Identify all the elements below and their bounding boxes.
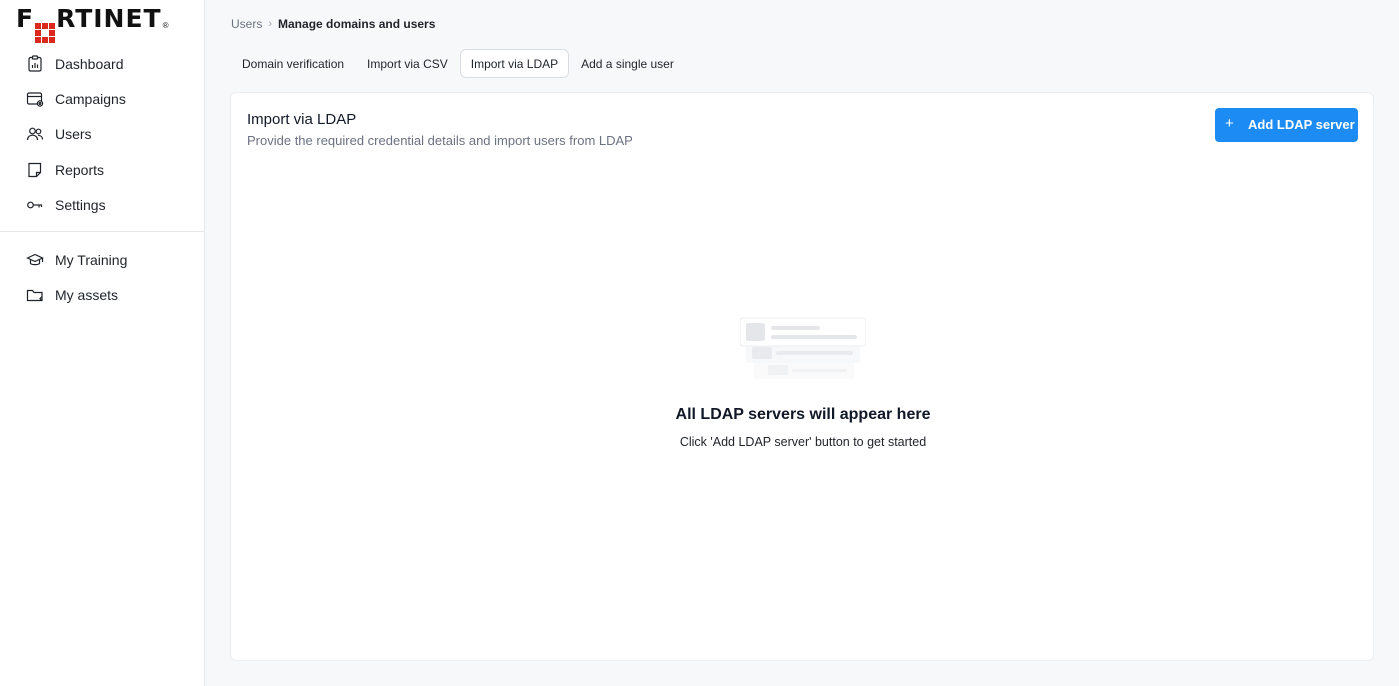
sidebar-item-my-assets[interactable]: My assets: [0, 280, 205, 310]
sidebar-item-label: My Training: [55, 252, 128, 268]
tab-domain-verification[interactable]: Domain verification: [231, 49, 355, 78]
sidebar-item-label: Campaigns: [55, 91, 126, 107]
reports-icon: [28, 162, 42, 178]
sidebar-item-users[interactable]: Users: [0, 119, 205, 149]
plus-icon: +: [1225, 115, 1234, 132]
folder-icon: [26, 289, 43, 302]
tab-import-via-ldap[interactable]: Import via LDAP: [459, 49, 570, 78]
add-ldap-server-button[interactable]: + Add LDAP server: [1215, 108, 1358, 142]
graduation-cap-icon: [26, 253, 44, 266]
card-title: Import via LDAP: [247, 111, 357, 128]
sidebar-item-label: Dashboard: [55, 56, 124, 72]
sidebar-item-label: My assets: [55, 287, 119, 303]
campaigns-icon: [26, 92, 44, 107]
sidebar-item-settings[interactable]: Settings: [0, 190, 205, 220]
sidebar-item-label: Users: [55, 126, 92, 142]
tab-import-via-csv[interactable]: Import via CSV: [356, 49, 459, 78]
sidebar-item-my-training[interactable]: My Training: [0, 245, 205, 275]
empty-state-illustration: [740, 317, 866, 379]
chevron-right-icon: ›: [268, 18, 273, 30]
sidebar-item-reports[interactable]: Reports: [0, 155, 205, 185]
tab-add-single-user[interactable]: Add a single user: [570, 49, 685, 78]
empty-state-subtitle: Click 'Add LDAP server' button to get st…: [679, 435, 927, 449]
dashboard-icon: [28, 55, 42, 72]
settings-icon: [27, 201, 43, 209]
breadcrumb-current: Manage domains and users: [278, 17, 436, 31]
sidebar: F RTINET ® Dashboard Campaigns Users Rep…: [0, 0, 205, 686]
sidebar-item-label: Reports: [55, 162, 105, 178]
sidebar-divider: [0, 231, 204, 232]
fortinet-logo[interactable]: F RTINET ®: [16, 6, 190, 43]
ldap-import-card: Import via LDAP Provide the required cre…: [230, 92, 1374, 661]
breadcrumb: Users › Manage domains and users: [231, 17, 435, 31]
breadcrumb-root-link[interactable]: Users: [231, 17, 262, 31]
add-ldap-server-label: Add LDAP server: [1248, 117, 1355, 132]
sidebar-item-campaigns[interactable]: Campaigns: [0, 84, 205, 114]
sidebar-item-label: Settings: [55, 197, 106, 213]
empty-state-title: All LDAP servers will appear here: [675, 406, 931, 423]
tab-bar: Domain verification Import via CSV Impor…: [231, 49, 686, 78]
card-subtitle: Provide the required credential details …: [247, 133, 633, 148]
sidebar-item-dashboard[interactable]: Dashboard: [0, 49, 205, 79]
users-icon: [26, 127, 44, 141]
